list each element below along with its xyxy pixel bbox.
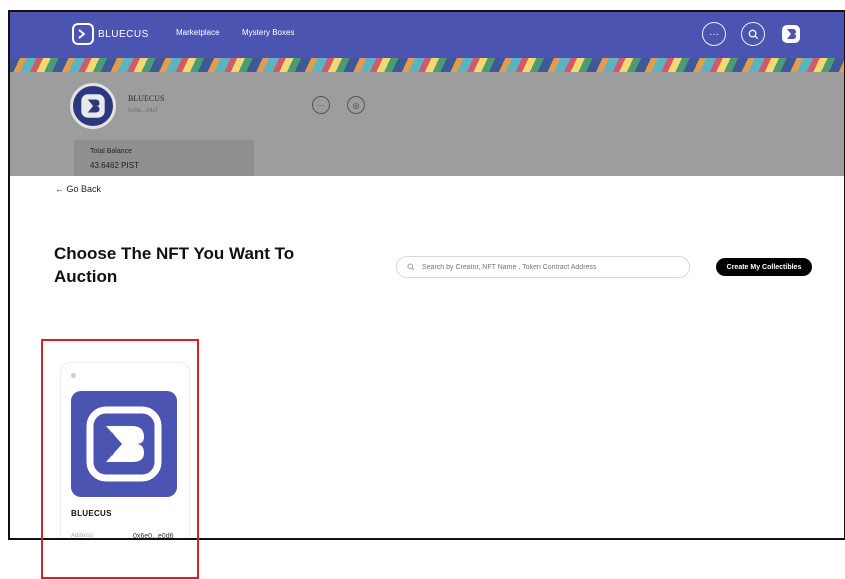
app-window: BLUECUS Marketplace Mystery Boxes ··· BL… bbox=[8, 10, 845, 540]
ellipsis-icon: ··· bbox=[317, 100, 325, 110]
nft-card-name: BLUECUS bbox=[71, 509, 112, 518]
nft-card[interactable]: BLUECUS Address 0x6e0...e0d6 bbox=[60, 362, 190, 540]
profile-share-button[interactable]: ◎ bbox=[347, 96, 365, 114]
more-button[interactable]: ··· bbox=[702, 22, 726, 46]
create-collectibles-button[interactable]: Create My Collectibles bbox=[716, 258, 812, 276]
nft-card-meta-value: 0x6e0...e0d6 bbox=[133, 533, 174, 540]
nft-image bbox=[71, 391, 177, 497]
profile-address: 0x6e...#4cf bbox=[128, 108, 158, 114]
bluecus-logo-icon bbox=[86, 406, 162, 482]
brand-logo-icon bbox=[72, 23, 94, 45]
profile-more-button[interactable]: ··· bbox=[312, 96, 330, 114]
brand-name: BLUECUS bbox=[98, 28, 149, 40]
nft-card-meta-label: Address bbox=[71, 533, 94, 539]
search-icon bbox=[748, 29, 758, 39]
balance-label: Total Balance bbox=[90, 148, 133, 155]
avatar bbox=[70, 83, 116, 129]
balance-value: 43.6462 PIST bbox=[90, 161, 139, 170]
banner-pattern bbox=[10, 58, 844, 72]
ellipsis-icon: ··· bbox=[709, 28, 719, 40]
search-button[interactable] bbox=[741, 22, 765, 46]
balance-card: Total Balance 43.6462 PIST bbox=[74, 140, 254, 178]
share-icon: ◎ bbox=[352, 100, 360, 110]
card-status-dot bbox=[71, 373, 76, 378]
bluecus-logo-icon bbox=[782, 25, 800, 43]
search-input[interactable] bbox=[420, 262, 684, 272]
brand[interactable]: BLUECUS bbox=[72, 23, 149, 45]
go-back-link[interactable]: ← Go Back bbox=[55, 184, 101, 194]
search-icon bbox=[407, 263, 415, 271]
profile-name: BLUECUS bbox=[128, 94, 165, 103]
nav-link-marketplace[interactable]: Marketplace bbox=[176, 28, 220, 37]
top-navbar: BLUECUS Marketplace Mystery Boxes ··· bbox=[10, 12, 844, 58]
nav-link-mystery-boxes[interactable]: Mystery Boxes bbox=[242, 28, 294, 37]
search-box[interactable] bbox=[396, 256, 690, 278]
page-title: Choose The NFT You Want To Auction bbox=[54, 244, 295, 286]
profile-button[interactable] bbox=[779, 22, 803, 46]
profile-header: BLUECUS 0x6e...#4cf ··· ◎ Total Balance … bbox=[10, 72, 844, 178]
